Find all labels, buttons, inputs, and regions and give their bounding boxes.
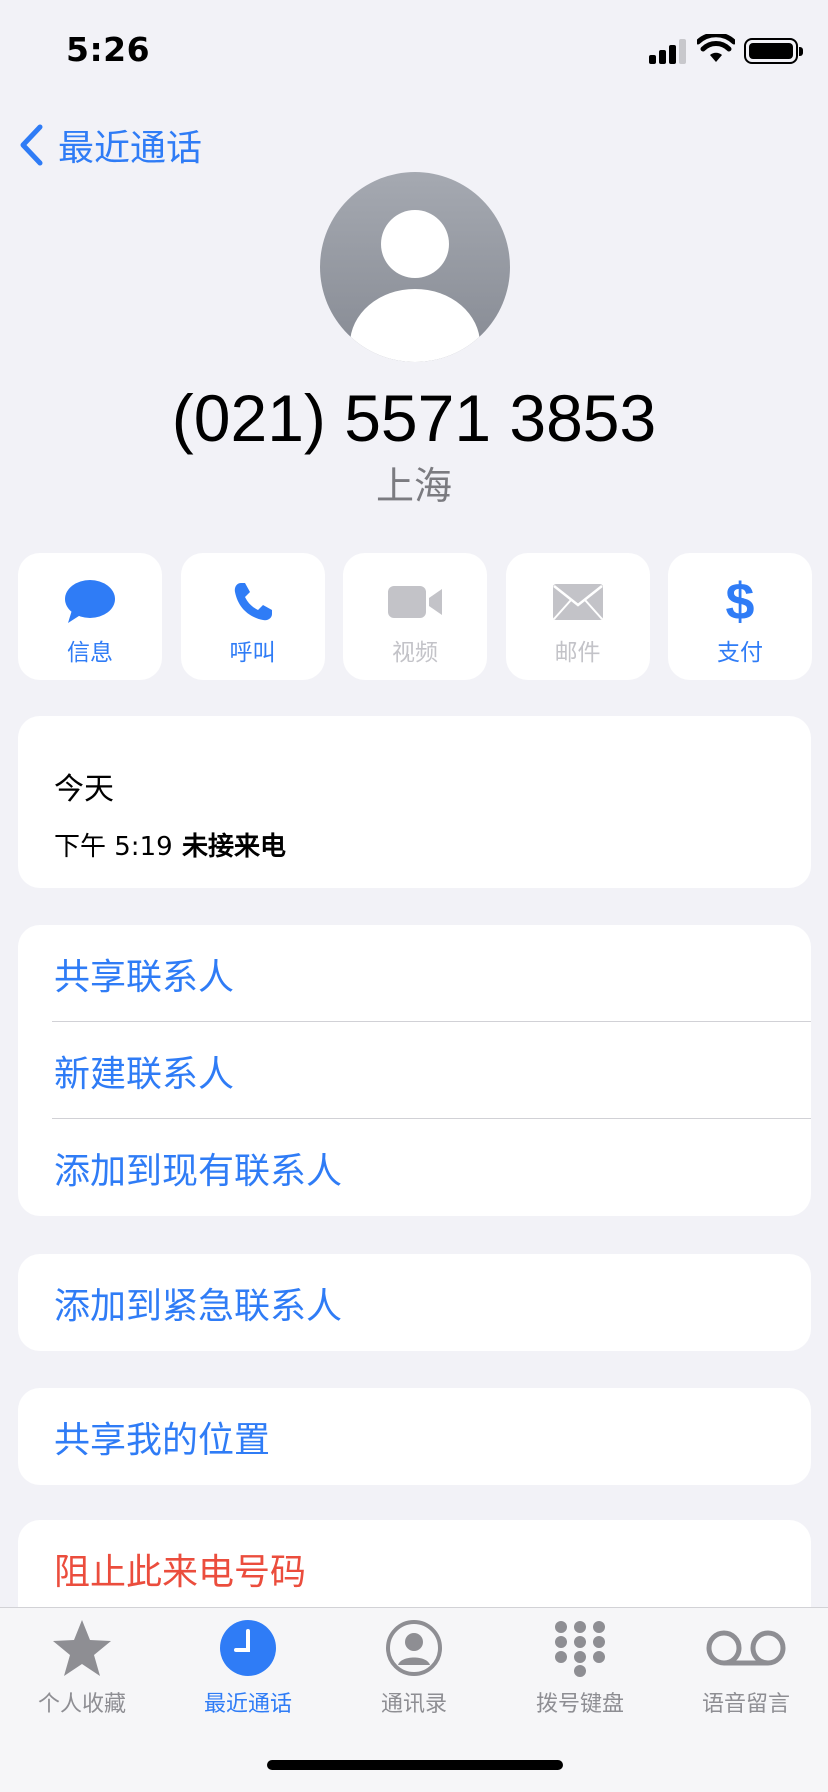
add-to-existing-contact-button[interactable]: 添加到现有联系人: [18, 1119, 811, 1216]
phone-icon: [234, 583, 272, 621]
star-icon: [53, 1620, 111, 1676]
call-day: 今天: [54, 772, 114, 807]
location-label: 上海: [375, 464, 452, 508]
message-button[interactable]: 信息: [18, 553, 162, 680]
add-emergency-contact-button[interactable]: 添加到紧急联系人: [18, 1254, 811, 1351]
tab-favorites-label: 个人收藏: [37, 1692, 126, 1717]
call-type: 未接来电: [182, 832, 287, 862]
clock-icon: [220, 1620, 276, 1676]
voicemail-icon: [706, 1630, 786, 1666]
share-location-button[interactable]: 共享我的位置: [18, 1388, 811, 1485]
cellular-signal-icon: [649, 38, 689, 64]
tab-contacts-label: 通讯录: [380, 1692, 447, 1717]
home-indicator[interactable]: [267, 1760, 563, 1770]
contacts-icon: [386, 1620, 442, 1676]
phone-number: (021) 5571 3853: [171, 381, 657, 455]
back-label: 最近通话: [58, 128, 203, 169]
tab-keypad-label: 拨号键盘: [535, 1692, 624, 1717]
tab-keypad[interactable]: 拨号键盘: [510, 1618, 650, 1718]
wifi-icon: [697, 34, 735, 62]
pay-button[interactable]: $ 支付: [668, 553, 812, 680]
tab-favorites[interactable]: 个人收藏: [12, 1618, 152, 1718]
tab-contacts[interactable]: 通讯录: [344, 1618, 484, 1718]
tab-recents[interactable]: 最近通话: [178, 1618, 318, 1718]
message-label: 信息: [67, 640, 113, 666]
call-button[interactable]: 呼叫: [180, 553, 325, 680]
block-caller-button[interactable]: 阻止此来电号码: [18, 1520, 811, 1617]
pay-label: 支付: [717, 640, 763, 666]
emergency-contact-card: 添加到紧急联系人: [18, 1254, 811, 1351]
new-contact-button[interactable]: 新建联系人: [18, 1022, 811, 1119]
dollar-icon: $: [725, 573, 755, 631]
video-icon: [388, 586, 442, 618]
person-silhouette-icon: [350, 210, 480, 362]
status-time: 5:26: [66, 30, 151, 69]
tab-voicemail-label: 语音留言: [701, 1692, 790, 1717]
tab-recents-label: 最近通话: [203, 1692, 292, 1717]
contact-actions-card: 共享联系人 新建联系人 添加到现有联系人: [18, 925, 811, 1216]
keypad-icon: [555, 1621, 605, 1677]
call-history-card: 今天 下午 5:19 未接来电: [18, 716, 811, 888]
mail-button[interactable]: 邮件: [505, 553, 650, 680]
mail-label: 邮件: [554, 640, 601, 666]
avatar: [320, 172, 510, 362]
status-bar: 5:26: [0, 0, 828, 100]
call-label: 呼叫: [229, 640, 276, 666]
call-time: 下午 5:19: [54, 832, 173, 862]
share-contact-button[interactable]: 共享联系人: [18, 925, 811, 1022]
chevron-left-icon: [20, 124, 43, 166]
quick-actions: 信息 呼叫 视频 邮件 $ 支付: [18, 553, 812, 680]
tab-voicemail[interactable]: 语音留言: [676, 1618, 816, 1718]
back-button[interactable]: 最近通话: [18, 120, 202, 170]
video-label: 视频: [392, 640, 438, 666]
mail-icon: [552, 584, 603, 620]
battery-icon: [744, 38, 803, 64]
message-icon: [65, 580, 115, 623]
share-location-card: 共享我的位置: [18, 1388, 811, 1485]
video-button[interactable]: 视频: [343, 553, 487, 680]
